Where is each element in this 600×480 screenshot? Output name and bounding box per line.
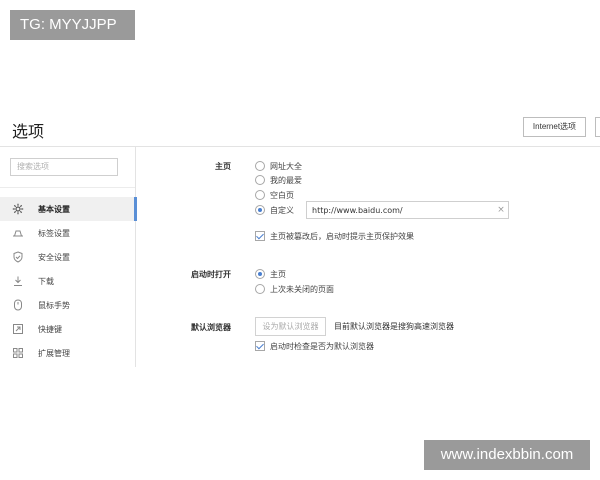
option-label: 启动时检查是否为默认浏览器	[270, 341, 374, 351]
homepage-label: 主页	[215, 162, 231, 171]
custom-url-value: http://www.baidu.com/	[312, 205, 403, 215]
page-title: 选项	[12, 122, 45, 141]
set-default-browser-button[interactable]: 设为默认浏览器	[255, 317, 326, 336]
mouse-gesture-icon	[12, 299, 24, 311]
startup-option-last-session[interactable]: 上次未关闭的页面	[255, 283, 334, 295]
option-label: 主页被篡改后，启动时提示主页保护效果	[270, 231, 414, 241]
sidebar-item-label: 快捷键	[38, 324, 62, 334]
sidebar-item-label: 扩展管理	[38, 348, 70, 358]
startup-option-homepage[interactable]: 主页	[255, 268, 286, 280]
homepage-option-custom[interactable]: 自定义	[255, 204, 294, 216]
option-label: 网址大全	[270, 161, 302, 171]
default-browser-label: 默认浏览器	[191, 323, 231, 332]
internet-options-button[interactable]: Internet选项	[523, 117, 586, 137]
sidebar-divider	[0, 187, 135, 188]
radio-button[interactable]	[255, 190, 265, 200]
sidebar-item-basic-settings[interactable]: 基本设置	[0, 197, 137, 221]
option-label: 空白页	[270, 190, 294, 200]
sidebar-nav: 基本设置 标签设置 安全设置 下载 鼠标手势 快捷键 扩展管理	[0, 197, 137, 365]
homepage-protect-option[interactable]: 主页被篡改后，启动时提示主页保护效果	[255, 230, 414, 242]
homepage-option-favorites[interactable]: 我的最爱	[255, 174, 302, 186]
checkbox-checked[interactable]	[255, 231, 265, 241]
sidebar-item-label: 安全设置	[38, 252, 70, 262]
custom-url-input[interactable]: http://www.baidu.com/ ×	[306, 201, 509, 219]
sidebar-item-download[interactable]: 下载	[0, 269, 136, 293]
option-label: 上次未关闭的页面	[270, 284, 334, 294]
sidebar-item-label: 下载	[38, 276, 54, 286]
tab-icon	[12, 227, 24, 239]
option-label: 主页	[270, 269, 286, 279]
download-icon	[12, 275, 24, 287]
extensions-icon	[12, 347, 24, 359]
startup-label: 启动时打开	[191, 270, 231, 279]
shield-check-icon	[12, 251, 24, 263]
radio-button-selected[interactable]	[255, 205, 265, 215]
default-browser-status: 目前默认浏览器是搜狗高速浏览器	[334, 322, 454, 331]
sidebar-item-mouse-gestures[interactable]: 鼠标手势	[0, 293, 136, 317]
sidebar-item-extensions[interactable]: 扩展管理	[0, 341, 136, 365]
search-input[interactable]: 搜索选项	[10, 158, 118, 176]
homepage-option-blank[interactable]: 空白页	[255, 189, 294, 201]
watermark-banner: www.indexbbin.com	[424, 440, 590, 470]
more-button[interactable]	[595, 117, 600, 137]
clear-icon[interactable]: ×	[494, 205, 508, 215]
shortcut-icon	[12, 323, 24, 335]
sidebar-item-security-settings[interactable]: 安全设置	[0, 245, 136, 269]
option-label: 自定义	[270, 205, 294, 215]
tg-banner: TG: MYYJJPP	[10, 10, 135, 40]
sidebar-item-shortcuts[interactable]: 快捷键	[0, 317, 136, 341]
sidebar-item-label: 基本设置	[38, 204, 70, 214]
homepage-option-sites[interactable]: 网址大全	[255, 160, 302, 172]
radio-button[interactable]	[255, 284, 265, 294]
sidebar-item-label: 鼠标手势	[38, 300, 70, 310]
radio-button-selected[interactable]	[255, 269, 265, 279]
option-label: 我的最爱	[270, 175, 302, 185]
default-browser-check-option[interactable]: 启动时检查是否为默认浏览器	[255, 340, 374, 352]
checkbox-checked[interactable]	[255, 341, 265, 351]
sidebar-item-label: 标签设置	[38, 228, 70, 238]
sidebar-item-tab-settings[interactable]: 标签设置	[0, 221, 136, 245]
radio-button[interactable]	[255, 175, 265, 185]
sidebar: 搜索选项 基本设置 标签设置 安全设置 下载 鼠标手势 快捷键 扩展管理	[0, 147, 137, 367]
radio-button[interactable]	[255, 161, 265, 171]
gear-icon	[12, 203, 24, 215]
